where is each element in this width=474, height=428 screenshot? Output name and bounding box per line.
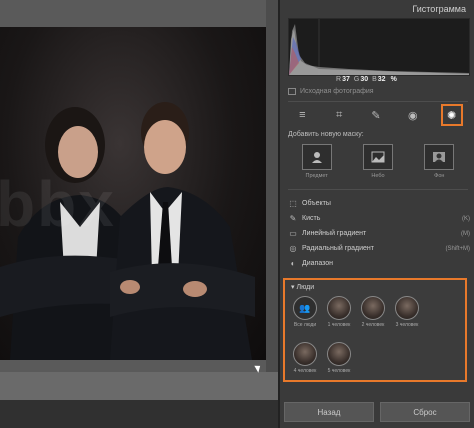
tool-brush[interactable]: ✎ Кисть (K)	[288, 211, 470, 226]
bottom-buttons: Назад Сброс	[280, 402, 474, 422]
person-4[interactable]: 4 человек	[289, 342, 321, 374]
mask-sky-button[interactable]: Небо	[362, 144, 393, 179]
add-mask-label: Добавить новую маску:	[288, 131, 364, 138]
brush-icon[interactable]: ✎	[367, 106, 385, 124]
all-people-icon: 👥	[293, 296, 317, 320]
range-icon: ◐	[290, 259, 296, 268]
mask-tools-list: ⬚ Объекты ✎ Кисть (K) ▭ Линейный градиент (M)…	[288, 196, 470, 271]
eye-icon[interactable]: ◉	[404, 106, 422, 124]
avatar	[395, 296, 419, 320]
radial-gradient-icon: ◎	[289, 244, 297, 253]
brush-icon: ✎	[289, 214, 297, 223]
sky-icon	[362, 144, 393, 170]
mask-background-button[interactable]: Фон	[424, 144, 455, 179]
crop-icon[interactable]: ⌗	[330, 106, 348, 124]
people-header[interactable]: ▾ Люди	[291, 283, 314, 291]
objects-icon: ⬚	[289, 199, 297, 208]
tool-radial-gradient[interactable]: ◎ Радиальный градиент (Shift+M)	[288, 241, 471, 256]
person-5[interactable]: 5 человек	[323, 342, 355, 374]
canvas-footer	[0, 372, 278, 400]
mask-icon[interactable]: ✺	[440, 104, 463, 126]
tool-strip: ≡ ⌗ ✎ ◉ ✺	[284, 104, 472, 126]
mask-subject-button[interactable]: Предмет	[301, 144, 332, 179]
tool-range[interactable]: ◐ Диапазон	[288, 256, 470, 271]
back-button[interactable]: Назад	[284, 402, 374, 422]
person-1[interactable]: 1 человек	[323, 296, 355, 328]
photo-canvas[interactable]: bbx	[0, 0, 278, 428]
person-all[interactable]: 👥 Все люди	[289, 296, 321, 328]
reset-button[interactable]: Сброс	[380, 402, 470, 422]
avatar	[293, 342, 317, 366]
checkbox-icon[interactable]	[288, 88, 296, 95]
avatar	[327, 342, 351, 366]
tool-objects[interactable]: ⬚ Объекты	[288, 196, 470, 211]
sliders-icon[interactable]: ≡	[293, 106, 311, 124]
vertical-scrollbar[interactable]	[266, 0, 278, 400]
background-icon	[424, 144, 455, 170]
histogram-graph	[288, 18, 470, 76]
person-2[interactable]: 2 человек	[357, 296, 389, 328]
mask-options: Предмет Небо Фон	[286, 144, 470, 179]
histogram-title[interactable]: Гистограмма	[412, 4, 466, 14]
histogram-readout: R37 G30 B32%	[336, 76, 397, 83]
linear-gradient-icon: ▭	[289, 229, 297, 238]
watermark: bbx	[0, 168, 116, 240]
avatar	[361, 296, 385, 320]
person-3[interactable]: 3 человек	[391, 296, 423, 328]
subject-icon	[301, 144, 332, 170]
avatar	[327, 296, 351, 320]
filmstrip-bar	[0, 400, 278, 428]
original-photo-toggle[interactable]: Исходная фотография	[288, 88, 374, 95]
people-section: ▾ Люди 👥 Все люди 1 человек 2 человек 3 ч…	[283, 278, 467, 382]
tool-linear-gradient[interactable]: ▭ Линейный градиент (M)	[288, 226, 470, 241]
portrait-photo: bbx	[0, 27, 266, 360]
